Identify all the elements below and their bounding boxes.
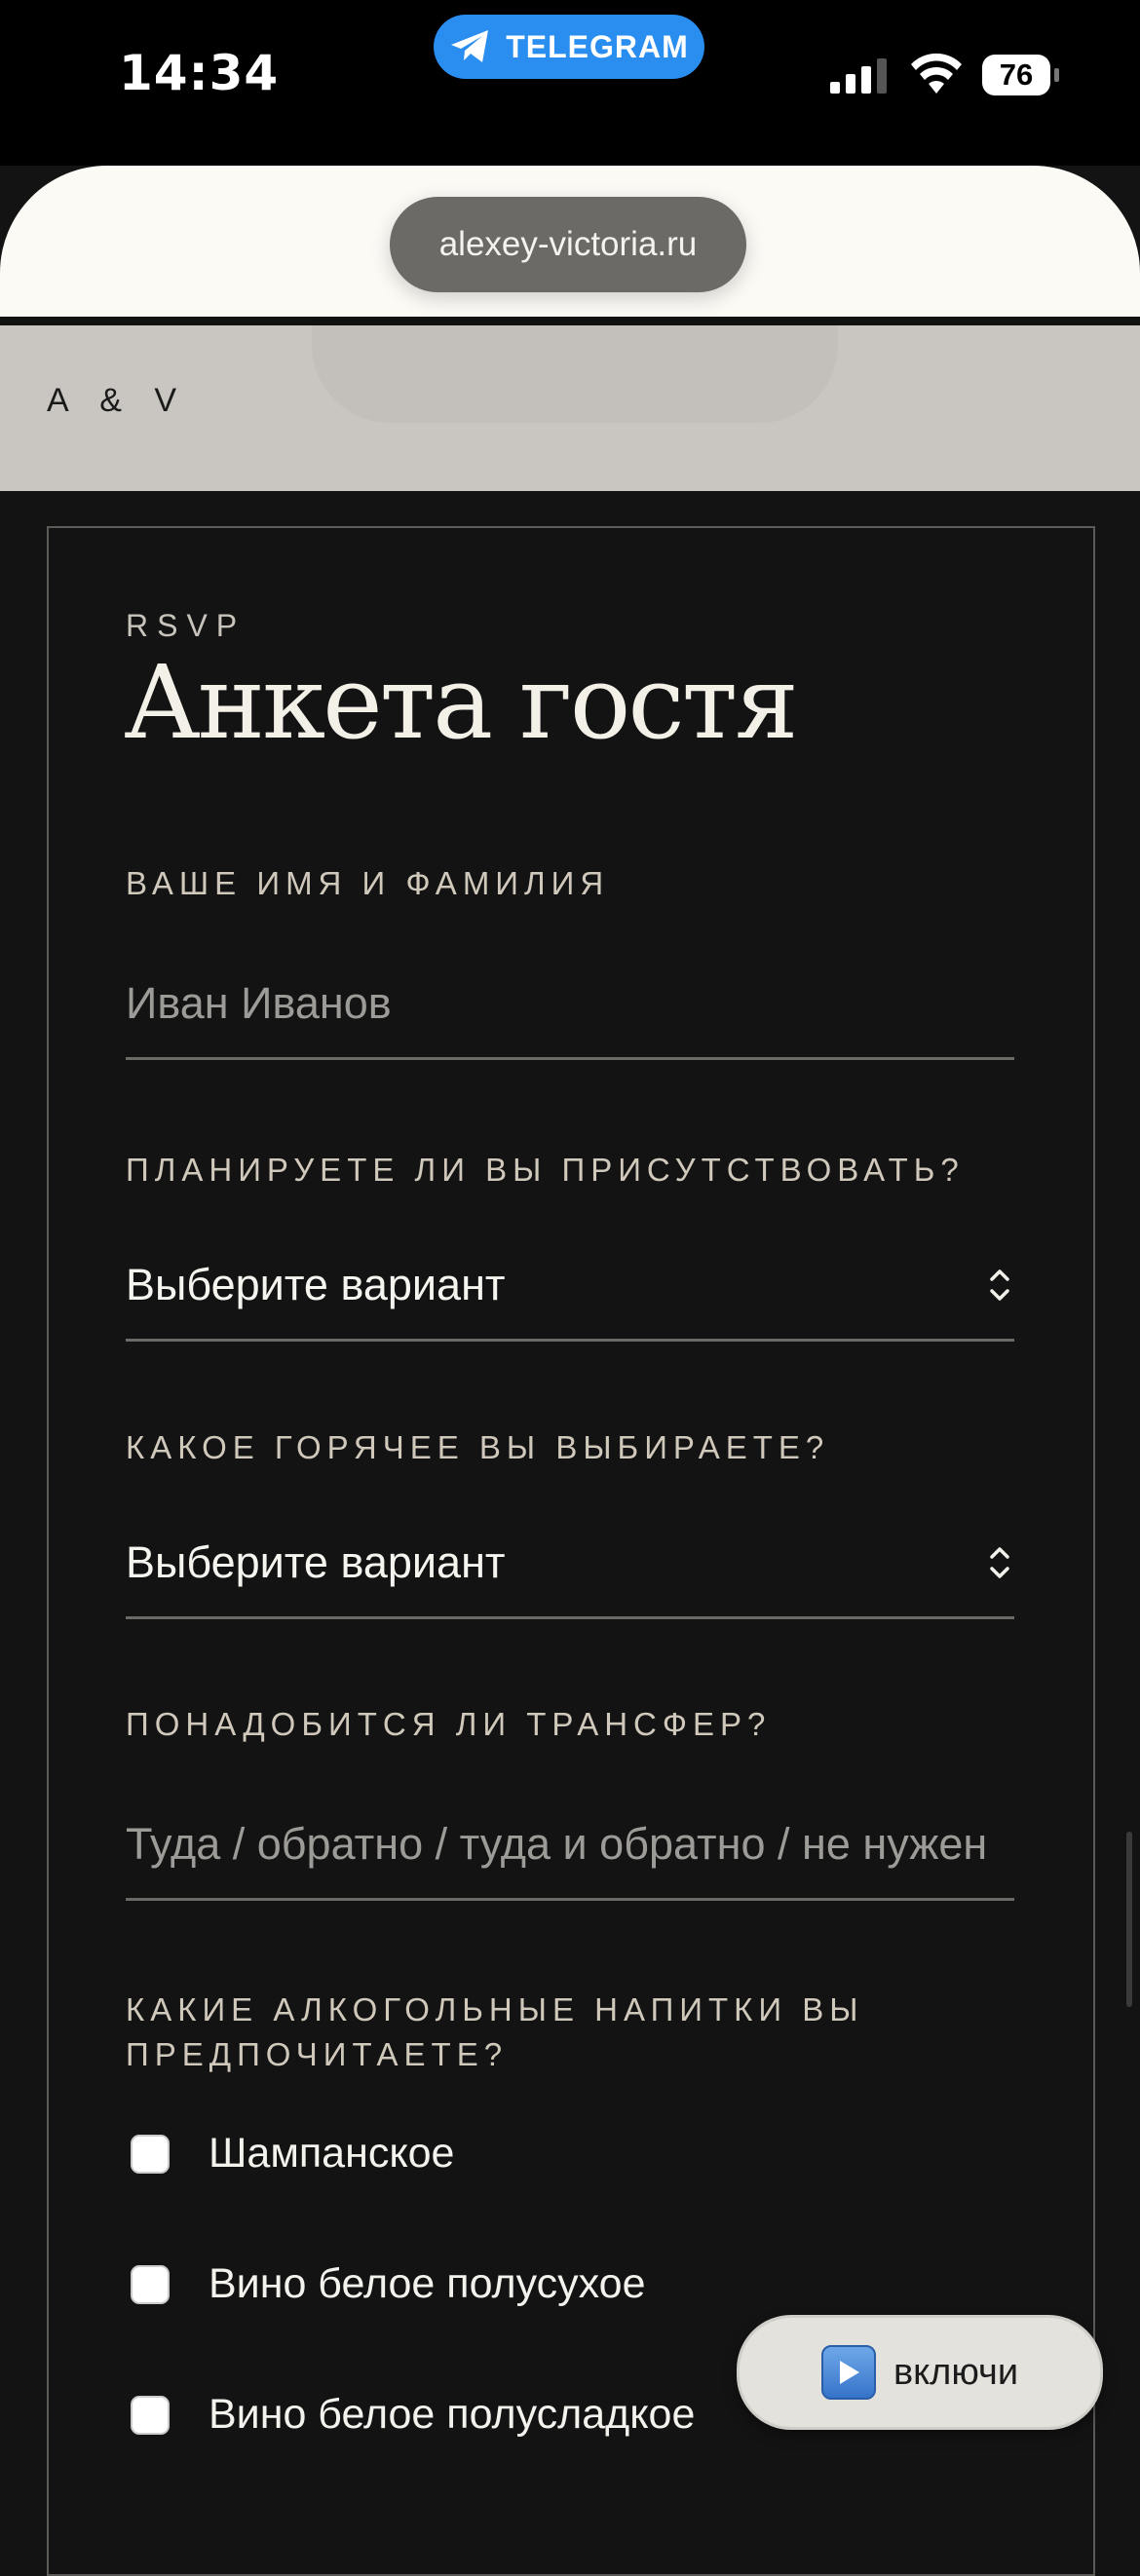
music-play-button[interactable]: включи — [737, 2315, 1103, 2430]
telegram-return-pill[interactable]: TELEGRAM — [434, 15, 704, 79]
attend-label: ПЛАНИРУЕТЕ ЛИ ВЫ ПРИСУТСТВОВАТЬ? — [126, 1152, 965, 1188]
url-text: alexey-victoria.ru — [438, 225, 698, 263]
play-icon — [820, 2345, 876, 2400]
status-bar: 14:34 TELEGRAM 76 — [0, 0, 1140, 166]
drink-option-label: Вино белое полусладкое — [209, 2391, 696, 2438]
name-placeholder: Иван Иванов — [126, 978, 392, 1028]
cellular-signal-icon — [830, 58, 887, 94]
wifi-icon — [911, 53, 962, 94]
checkbox[interactable] — [131, 2264, 170, 2304]
hot-dish-select[interactable]: Выберите вариант — [126, 1509, 1014, 1619]
checkbox[interactable] — [131, 2134, 170, 2174]
battery-icon: 76 — [982, 55, 1060, 95]
name-input[interactable]: Иван Иванов — [126, 950, 1014, 1060]
attend-select[interactable]: Выберите вариант — [126, 1231, 1014, 1342]
telegram-label: TELEGRAM — [506, 28, 689, 64]
drink-option-white-semidry[interactable]: Вино белое полусухое — [131, 2260, 646, 2308]
transfer-input[interactable]: Туда / обратно / туда и обратно / не нуж… — [126, 1791, 1014, 1901]
drink-option-white-semisweet[interactable]: Вино белое полусладкое — [131, 2391, 695, 2439]
music-button-label: включи — [893, 2351, 1019, 2393]
browser-divider — [0, 317, 1140, 325]
hot-dish-select-value: Выберите вариант — [126, 1537, 506, 1587]
select-chevron-icon — [990, 1269, 1009, 1301]
attend-select-value: Выберите вариант — [126, 1260, 506, 1309]
drink-option-label: Шампанское — [209, 2130, 455, 2177]
transfer-placeholder: Туда / обратно / туда и обратно / не нуж… — [126, 1819, 988, 1869]
hot-dish-label: КАКОЕ ГОРЯЧЕЕ ВЫ ВЫБИРАЕТЕ? — [126, 1429, 830, 1465]
checkbox[interactable] — [131, 2395, 170, 2435]
name-label: ВАШЕ ИМЯ И ФАМИЛИЯ — [126, 865, 610, 901]
url-bar[interactable]: alexey-victoria.ru — [390, 197, 746, 292]
drinks-label: КАКИЕ АЛКОГОЛЬНЫЕ НАПИТКИ ВЫ ПРЕДПОЧИТАЕ… — [126, 1988, 864, 2077]
drinks-label-line1: КАКИЕ АЛКОГОЛЬНЫЕ НАПИТКИ ВЫ — [126, 1991, 864, 2027]
transfer-label: ПОНАДОБИТСЯ ЛИ ТРАНСФЕР? — [126, 1706, 772, 1742]
drinks-label-line2: ПРЕДПОЧИТАЕТЕ? — [126, 2036, 509, 2072]
site-logo[interactable]: A & V — [47, 382, 188, 420]
form-title: Анкета гостя — [124, 643, 799, 762]
drink-option-label: Вино белое полусухое — [209, 2260, 646, 2307]
telegram-icon — [451, 30, 489, 62]
drink-option-champagne[interactable]: Шампанское — [131, 2130, 454, 2178]
scrollbar[interactable] — [1126, 1832, 1132, 2007]
battery-level: 76 — [982, 55, 1050, 95]
form-eyebrow: RSVP — [126, 608, 247, 643]
status-time: 14:34 — [119, 45, 280, 101]
select-chevron-icon — [990, 1547, 1009, 1578]
